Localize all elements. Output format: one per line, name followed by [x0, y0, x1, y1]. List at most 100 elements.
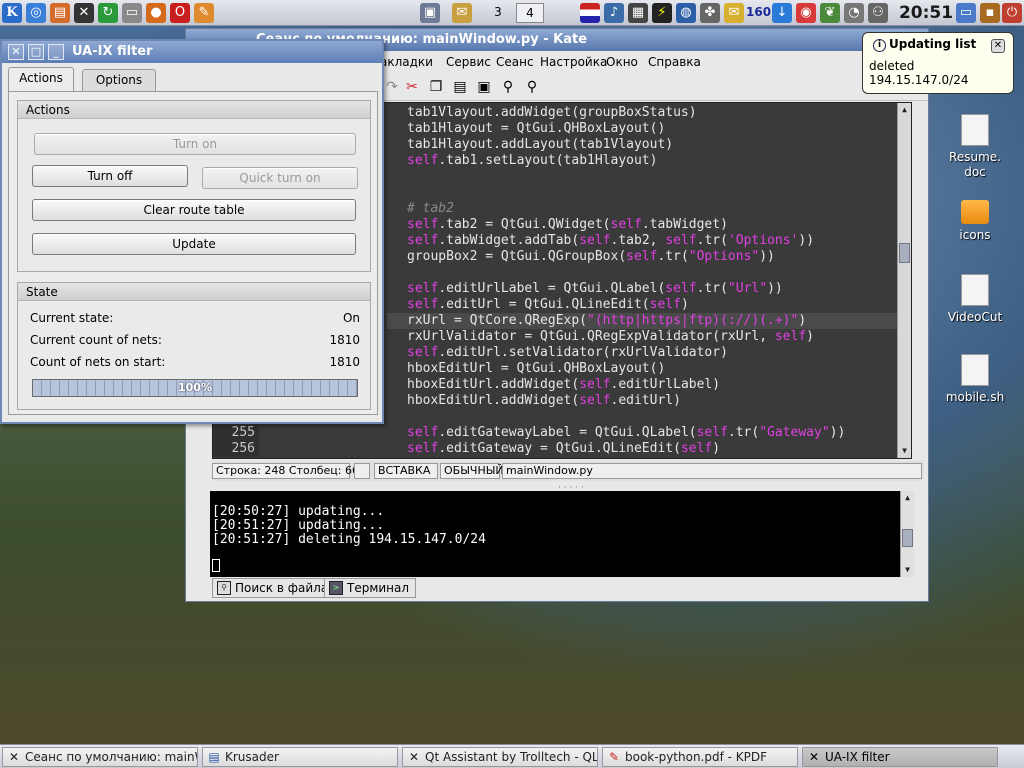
clipboard-icon[interactable]: ✉	[452, 3, 472, 23]
desktop-icon-videocut[interactable]: VideoCut	[930, 274, 1020, 325]
scroll-down-icon[interactable]: ▼	[899, 445, 910, 457]
redo-icon[interactable]: ↷	[384, 79, 400, 95]
close-icon[interactable]: ✕	[991, 39, 1005, 53]
close-icon[interactable]: ✕	[8, 44, 24, 60]
gauge-icon[interactable]: ◔	[844, 3, 864, 23]
pager-desktop-4[interactable]: 4	[516, 3, 544, 23]
code-line: self.editUrl = QtGui.QLineEdit(self)	[407, 297, 689, 312]
clear-route-table-button[interactable]: Clear route table	[32, 199, 356, 221]
minimize-icon[interactable]: _	[48, 44, 64, 60]
kate-icon: ✕	[8, 750, 20, 764]
logout-icon[interactable]: ⏻	[1002, 3, 1022, 23]
terminal-line: [20:51:27] updating...	[212, 518, 385, 533]
us-flag-icon[interactable]	[580, 3, 600, 23]
paste-icon[interactable]: ▤	[452, 79, 468, 95]
task-qt-assistant[interactable]: ✕ Qt Assistant by Trolltech - QL	[402, 747, 598, 767]
pager-desktop-3[interactable]: 3	[484, 3, 512, 23]
actions-tab-panel: Actions Turn on Turn off Quick turn on C…	[8, 91, 378, 415]
scroll-up-icon[interactable]: ▲	[899, 104, 910, 116]
drive-icon[interactable]: ▭	[122, 3, 142, 23]
code-line: groupBox2 = QtGui.QGroupBox(self.tr("Opt…	[407, 249, 775, 264]
volume-icon[interactable]: ♪	[604, 3, 624, 23]
download-icon[interactable]: ↓	[772, 3, 792, 23]
menu-settings[interactable]: Настройка	[540, 55, 607, 69]
file-manager-icon[interactable]: ▤	[50, 3, 70, 23]
kde-menu-icon[interactable]: K	[2, 3, 22, 23]
task-kpdf[interactable]: ✎ book-python.pdf - KPDF	[602, 747, 798, 767]
refresh-icon[interactable]: ↻	[98, 3, 118, 23]
tray-count-badge: 160	[746, 5, 772, 19]
start-count-label: Count of nets on start:	[30, 355, 166, 369]
desktop-preview-icon[interactable]: ▣	[420, 3, 440, 23]
stop-icon[interactable]: ◉	[796, 3, 816, 23]
leaf-icon[interactable]: ❦	[820, 3, 840, 23]
menu-tools[interactable]: Сервис	[446, 55, 491, 69]
task-label: Qt Assistant by Trolltech - QL	[425, 750, 598, 764]
scroll-thumb[interactable]	[902, 529, 913, 547]
app-icon[interactable]: ✎	[194, 3, 214, 23]
desktop-icon-mobile-sh[interactable]: mobile.sh	[930, 354, 1020, 405]
code-line: hboxEditUrl.addWidget(self.editUrl)	[407, 393, 681, 408]
task-kate[interactable]: ✕ Сеанс по умолчанию: mainW	[2, 747, 198, 767]
editor-scrollbar[interactable]: ▲ ▼	[897, 103, 911, 458]
uaix-icon: ✕	[808, 750, 820, 764]
taskbar: ✕ Сеанс по умолчанию: mainW ▤ Krusader ✕…	[0, 744, 1024, 768]
notification-tooltip[interactable]: i Updating list ✕ deleted 194.15.147.0/2…	[862, 32, 1014, 94]
selection-mode[interactable]: ОБЫЧНЫЙ	[440, 463, 504, 479]
info-icon: i	[873, 39, 886, 52]
menu-help[interactable]: Справка	[648, 55, 701, 69]
turn-off-button[interactable]: Turn off	[32, 165, 188, 187]
code-line: self.tab1.setLayout(tab1Hlayout)	[407, 153, 658, 168]
monitor-icon[interactable]: ⚡	[652, 3, 672, 23]
network-icon[interactable]: ◍	[676, 3, 696, 23]
browser-icon[interactable]: ◎	[26, 3, 46, 23]
tab-options[interactable]: Options	[82, 69, 156, 91]
line-number: 256	[213, 441, 259, 457]
code-line: tab1Hlayout = QtGui.QHBoxLayout()	[407, 121, 666, 136]
tab-actions[interactable]: Actions	[8, 67, 74, 91]
show-desktop-icon[interactable]: ▭	[956, 3, 976, 23]
update-button[interactable]: Update	[32, 233, 356, 255]
tab-terminal[interactable]: > Терминал	[324, 578, 417, 598]
tools-icon[interactable]: ✕	[74, 3, 94, 23]
filter-tray-icon[interactable]: ⚇	[868, 3, 888, 23]
qt-assistant-icon: ✕	[408, 750, 420, 764]
current-count-value: 1810	[329, 333, 360, 347]
find-next-icon[interactable]: ⚲	[524, 79, 540, 95]
menu-bookmarks[interactable]: акладки	[380, 55, 433, 69]
code-line: tab1Hlayout.addLayout(tab1Vlayout)	[407, 137, 674, 152]
desktop-icon-icons[interactable]: icons	[930, 194, 1020, 243]
insert-mode[interactable]: ВСТАВКА	[374, 463, 438, 479]
quick-turn-on-button[interactable]: Quick turn on	[202, 167, 358, 189]
settings-icon[interactable]: ✤	[700, 3, 720, 23]
find-icon[interactable]: ⚲	[500, 79, 516, 95]
task-krusader[interactable]: ▤ Krusader	[202, 747, 398, 767]
copy-icon[interactable]: ❐	[428, 79, 444, 95]
menu-session[interactable]: Сеанс	[496, 55, 534, 69]
cut-icon[interactable]: ✂	[404, 79, 420, 95]
scroll-up-icon[interactable]: ▲	[902, 492, 913, 504]
start-count-value: 1810	[329, 355, 360, 369]
code-line: hboxEditUrl.addWidget(self.editUrlLabel)	[407, 377, 721, 392]
desktop-icon-label: VideoCut	[947, 310, 1003, 324]
terminal-cursor	[212, 559, 220, 572]
bottom-tool-tabs: ⚲ Поиск в файлах > Терминал	[210, 577, 910, 599]
cursor-position: Строка: 248 Столбец: 66	[212, 463, 359, 479]
turn-on-button[interactable]: Turn on	[34, 133, 356, 155]
firefox-icon[interactable]: ●	[146, 3, 166, 23]
print-preview-icon[interactable]: ▣	[476, 79, 492, 95]
lock-icon[interactable]: ▪	[980, 3, 1000, 23]
clock[interactable]: 20:51	[896, 2, 956, 24]
cpu-icon[interactable]: ▦	[628, 3, 648, 23]
task-uaix-filter[interactable]: ✕ UA-IX filter	[802, 747, 998, 767]
desktop-icon-resume[interactable]: Resume. doc	[930, 114, 1020, 180]
opera-icon[interactable]: O	[170, 3, 190, 23]
terminal[interactable]: [20:50:27] updating... [20:51:27] updati…	[210, 491, 914, 577]
tab-find-in-files[interactable]: ⚲ Поиск в файлах	[212, 578, 343, 598]
mail-icon[interactable]: ✉	[724, 3, 744, 23]
scroll-down-icon[interactable]: ▼	[902, 564, 913, 576]
terminal-scrollbar[interactable]: ▲ ▼	[900, 491, 914, 577]
scroll-thumb[interactable]	[899, 243, 910, 263]
maximize-icon[interactable]: □	[28, 44, 44, 60]
menu-window[interactable]: Окно	[606, 55, 638, 69]
